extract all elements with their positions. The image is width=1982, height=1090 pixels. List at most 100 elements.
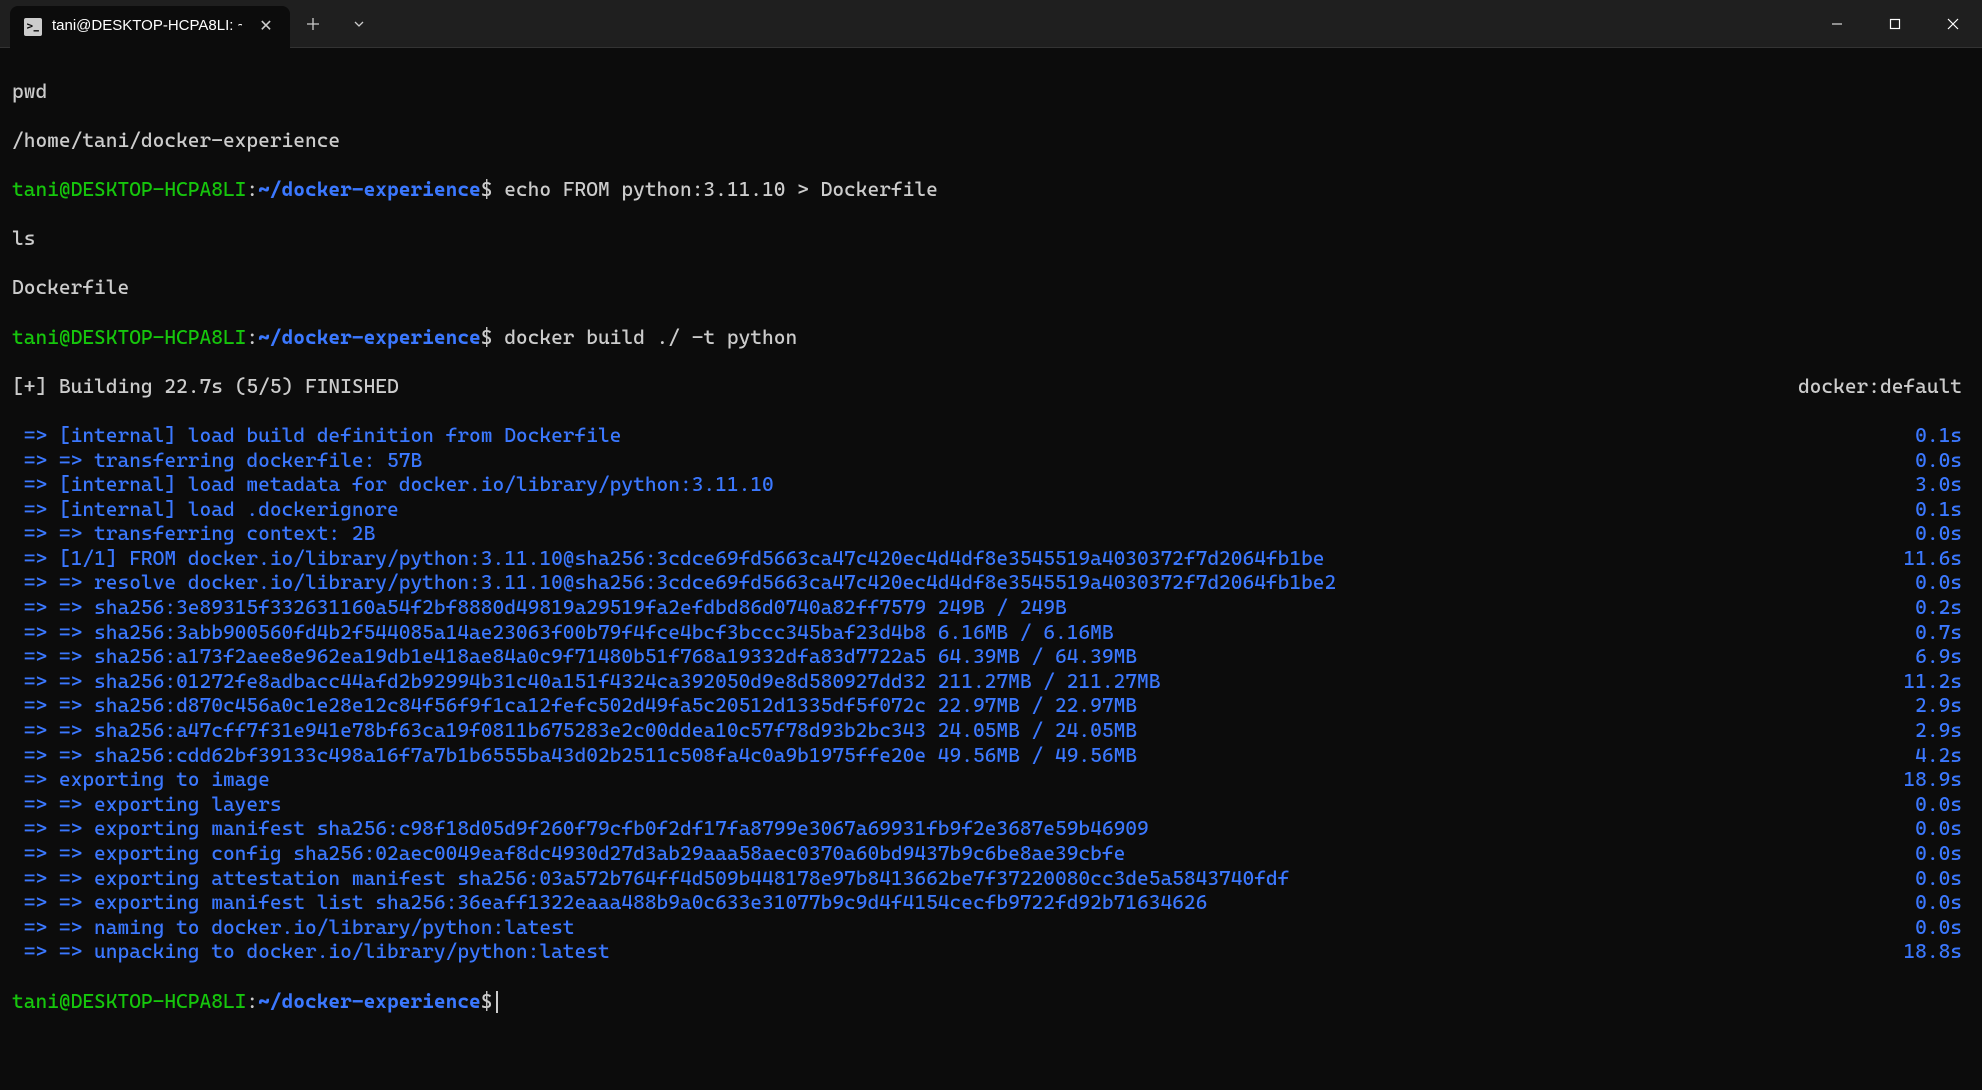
build-step-line: => => exporting config sha256:02aec0049e… <box>12 841 1970 866</box>
build-step-text: => [internal] load .dockerignore <box>12 497 1915 522</box>
build-step-text: => => sha256:3e89315f332631160a54f2bf888… <box>12 595 1915 620</box>
build-step-line: => => sha256:a47cff7f31e941e78bf63ca19f0… <box>12 718 1970 743</box>
window-controls <box>1808 5 1982 43</box>
maximize-icon <box>1889 18 1901 30</box>
build-step-line: => => exporting manifest list sha256:36e… <box>12 890 1970 915</box>
close-icon <box>1947 18 1959 30</box>
build-step-line: => [internal] load .dockerignore0.1s <box>12 497 1970 522</box>
build-step-time: 0.0s <box>1915 915 1970 940</box>
build-step-line: => => resolve docker.io/library/python:3… <box>12 570 1970 595</box>
prompt-user-host: tani@DESKTOP-HCPA8LI <box>12 989 246 1013</box>
tab-dropdown-button[interactable] <box>336 0 382 48</box>
build-step-line: => => sha256:01272fe8adbacc44afd2b92994b… <box>12 669 1970 694</box>
build-step-line: => => sha256:a173f2aee8e962ea19db1e418ae… <box>12 644 1970 669</box>
build-step-time: 0.1s <box>1915 497 1970 522</box>
build-step-text: => exporting to image <box>12 767 1903 792</box>
close-button[interactable] <box>1924 5 1982 43</box>
build-step-time: 4.2s <box>1915 743 1970 768</box>
build-step-text: => => sha256:d870c456a0c1e28e12c84f56f9f… <box>12 693 1915 718</box>
prompt-line: tani@DESKTOP-HCPA8LI:~/docker-experience… <box>12 177 1970 202</box>
minimize-button[interactable] <box>1808 5 1866 43</box>
build-header-line: [+] Building 22.7s (5/5) FINISHEDdocker:… <box>12 374 1970 399</box>
command-text: echo FROM python:3.11.10 > Dockerfile <box>492 177 937 201</box>
build-step-text: => => sha256:cdd62bf39133c498a16f7a7b1b6… <box>12 743 1915 768</box>
tab-active[interactable]: >_ tani@DESKTOP-HCPA8LI: ~/d ✕ <box>10 6 290 48</box>
build-step-time: 0.0s <box>1915 448 1970 473</box>
terminal-content[interactable]: pwd /home/tani/docker-experience tani@DE… <box>0 48 1982 1044</box>
build-header: [+] Building 22.7s (5/5) FINISHED <box>12 374 1798 399</box>
build-step-line: => => sha256:3e89315f332631160a54f2bf888… <box>12 595 1970 620</box>
build-step-time: 0.7s <box>1915 620 1970 645</box>
build-step-time: 18.9s <box>1903 767 1970 792</box>
prompt-dollar: $ <box>481 325 493 349</box>
build-step-time: 6.9s <box>1915 644 1970 669</box>
build-step-time: 3.0s <box>1915 472 1970 497</box>
output-line: Dockerfile <box>12 275 1970 300</box>
build-step-line: => => transferring context: 2B0.0s <box>12 521 1970 546</box>
build-step-text: => => exporting attestation manifest sha… <box>12 866 1915 891</box>
plus-icon <box>306 17 320 31</box>
build-step-text: => => exporting layers <box>12 792 1915 817</box>
build-step-line: => => exporting layers0.0s <box>12 792 1970 817</box>
build-step-text: => [1/1] FROM docker.io/library/python:3… <box>12 546 1903 571</box>
build-step-text: => [internal] load metadata for docker.i… <box>12 472 1915 497</box>
new-tab-button[interactable] <box>290 0 336 48</box>
build-step-time: 0.2s <box>1915 595 1970 620</box>
output-line: ls <box>12 226 1970 251</box>
build-step-line: => => sha256:3abb900560fd4b2f544085a14ae… <box>12 620 1970 645</box>
titlebar: >_ tani@DESKTOP-HCPA8LI: ~/d ✕ <box>0 0 1982 48</box>
prompt-user-host: tani@DESKTOP-HCPA8LI <box>12 325 246 349</box>
build-step-line: => => sha256:cdd62bf39133c498a16f7a7b1b6… <box>12 743 1970 768</box>
prompt-user-host: tani@DESKTOP-HCPA8LI <box>12 177 246 201</box>
build-step-line: => => transferring dockerfile: 57B0.0s <box>12 448 1970 473</box>
build-step-time: 2.9s <box>1915 718 1970 743</box>
build-step-time: 0.0s <box>1915 521 1970 546</box>
close-tab-button[interactable]: ✕ <box>256 17 276 37</box>
prompt-path: ~/docker-experience <box>258 177 481 201</box>
build-step-text: => => naming to docker.io/library/python… <box>12 915 1915 940</box>
build-step-time: 18.8s <box>1903 939 1970 964</box>
prompt-colon: : <box>246 989 258 1013</box>
build-step-line: => exporting to image18.9s <box>12 767 1970 792</box>
build-header-right: docker:default <box>1798 374 1970 399</box>
build-step-time: 2.9s <box>1915 693 1970 718</box>
build-step-text: => [internal] load build definition from… <box>12 423 1915 448</box>
build-step-text: => => transferring context: 2B <box>12 521 1915 546</box>
build-step-time: 0.0s <box>1915 792 1970 817</box>
minimize-icon <box>1831 18 1843 30</box>
build-step-time: 0.1s <box>1915 423 1970 448</box>
maximize-button[interactable] <box>1866 5 1924 43</box>
build-steps: => [internal] load build definition from… <box>12 423 1970 964</box>
build-step-text: => => exporting manifest sha256:c98f18d0… <box>12 816 1915 841</box>
prompt-line: tani@DESKTOP-HCPA8LI:~/docker-experience… <box>12 325 1970 350</box>
build-step-time: 0.0s <box>1915 841 1970 866</box>
terminal-icon: >_ <box>24 18 42 36</box>
build-step-line: => => unpacking to docker.io/library/pyt… <box>12 939 1970 964</box>
build-step-line: => => sha256:d870c456a0c1e28e12c84f56f9f… <box>12 693 1970 718</box>
prompt-dollar: $ <box>481 989 493 1013</box>
command-text: docker build ./ -t python <box>492 325 797 349</box>
build-step-time: 0.0s <box>1915 816 1970 841</box>
build-step-time: 0.0s <box>1915 866 1970 891</box>
chevron-down-icon <box>352 17 366 31</box>
prompt-line: tani@DESKTOP-HCPA8LI:~/docker-experience… <box>12 989 1970 1014</box>
tab-title: tani@DESKTOP-HCPA8LI: ~/d <box>52 17 242 35</box>
output-line: /home/tani/docker-experience <box>12 128 1970 153</box>
build-step-line: => [internal] load metadata for docker.i… <box>12 472 1970 497</box>
build-step-line: => [1/1] FROM docker.io/library/python:3… <box>12 546 1970 571</box>
build-step-line: => => naming to docker.io/library/python… <box>12 915 1970 940</box>
build-step-line: => => exporting attestation manifest sha… <box>12 866 1970 891</box>
build-step-time: 0.0s <box>1915 570 1970 595</box>
prompt-colon: : <box>246 177 258 201</box>
build-step-text: => => sha256:a173f2aee8e962ea19db1e418ae… <box>12 644 1915 669</box>
build-step-time: 11.6s <box>1903 546 1970 571</box>
build-step-time: 0.0s <box>1915 890 1970 915</box>
build-step-text: => => sha256:3abb900560fd4b2f544085a14ae… <box>12 620 1915 645</box>
prompt-dollar: $ <box>481 177 493 201</box>
build-step-line: => => exporting manifest sha256:c98f18d0… <box>12 816 1970 841</box>
build-step-text: => => sha256:01272fe8adbacc44afd2b92994b… <box>12 669 1903 694</box>
prompt-path: ~/docker-experience <box>258 989 481 1013</box>
build-step-text: => => exporting manifest list sha256:36e… <box>12 890 1915 915</box>
prompt-colon: : <box>246 325 258 349</box>
build-step-text: => => resolve docker.io/library/python:3… <box>12 570 1915 595</box>
